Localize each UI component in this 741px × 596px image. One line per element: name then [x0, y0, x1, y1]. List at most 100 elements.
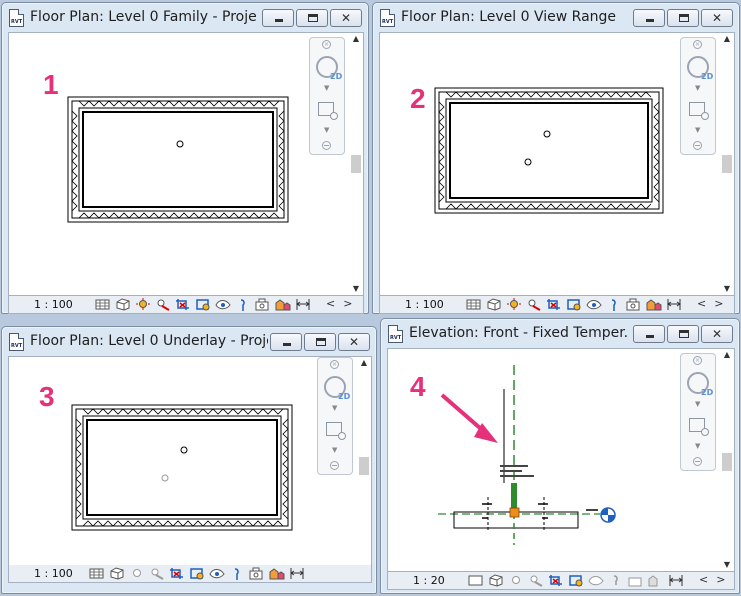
view-window-3[interactable]: RVT Floor Plan: Level 0 Underlay - Proje…	[1, 326, 377, 594]
horizontal-scroll[interactable]: < >	[326, 297, 352, 310]
show-crop-region-icon[interactable]	[568, 574, 584, 587]
title-bar[interactable]: RVT Elevation: Front - Fixed Temper... ✕	[381, 319, 739, 348]
visual-style-icon[interactable]	[115, 298, 131, 311]
visual-style-icon[interactable]	[488, 574, 504, 587]
minimize-button[interactable]	[262, 9, 294, 27]
show-crop-region-icon[interactable]	[189, 567, 205, 580]
connector-grip[interactable]	[509, 507, 520, 518]
zoom-region-icon[interactable]	[318, 102, 338, 120]
navigation-bar[interactable]: × 2D ▼ ▼	[680, 353, 716, 471]
shadows-icon[interactable]	[155, 298, 171, 311]
scroll-thumb[interactable]	[722, 155, 732, 173]
maximize-button[interactable]	[667, 9, 699, 27]
scroll-thumb[interactable]	[351, 155, 361, 173]
family-instance-marker[interactable]	[524, 158, 532, 166]
family-origin-marker[interactable]	[543, 130, 551, 138]
detail-level-icon[interactable]	[468, 574, 484, 587]
sun-path-icon[interactable]	[508, 574, 524, 587]
family-origin-marker[interactable]	[176, 140, 184, 148]
scroll-up-icon[interactable]: ▲	[357, 357, 371, 369]
temporary-view-properties-icon[interactable]	[626, 298, 642, 311]
scroll-left-icon[interactable]: <	[699, 573, 708, 586]
vertical-scrollbar[interactable]: ▲ ▼	[720, 349, 734, 571]
title-bar[interactable]: RVT Floor Plan: Level 0 View Range -... …	[373, 3, 739, 32]
minimize-button[interactable]	[633, 9, 665, 27]
vertical-scrollbar[interactable]: ▲ ▼	[720, 33, 734, 295]
chevron-down-icon[interactable]: ▼	[332, 404, 337, 412]
chevron-down-icon[interactable]: ▼	[695, 400, 700, 408]
sun-path-icon[interactable]	[135, 298, 151, 311]
chevron-down-icon[interactable]: ▼	[324, 84, 329, 92]
scroll-left-icon[interactable]: <	[697, 297, 706, 310]
navbar-options-icon[interactable]	[322, 141, 331, 150]
navigation-bar[interactable]: × 2D ▼ ▼	[309, 37, 345, 155]
shadows-icon[interactable]	[528, 574, 544, 587]
minimize-button[interactable]	[270, 333, 302, 351]
chevron-down-icon[interactable]: ▼	[695, 126, 700, 134]
horizontal-scroll[interactable]: < >	[699, 573, 725, 586]
scroll-right-icon[interactable]: >	[716, 573, 725, 586]
maximize-button[interactable]	[296, 9, 328, 27]
temporary-view-properties-icon[interactable]	[255, 298, 271, 311]
crop-view-icon[interactable]	[548, 574, 564, 587]
crop-view-icon[interactable]	[175, 298, 191, 311]
navbar-options-icon[interactable]	[693, 141, 702, 150]
temporary-hide-icon[interactable]	[209, 567, 225, 580]
crop-view-icon[interactable]	[546, 298, 562, 311]
navigation-bar[interactable]: × 2D ▼ ▼	[680, 37, 716, 155]
maximize-button[interactable]	[667, 325, 699, 343]
reveal-hidden-icon[interactable]	[606, 298, 622, 311]
title-bar[interactable]: RVT Floor Plan: Level 0 Family - Proje..…	[2, 3, 368, 32]
show-crop-region-icon[interactable]	[195, 298, 211, 311]
scroll-down-icon[interactable]: ▼	[720, 283, 734, 295]
shadows-icon[interactable]	[526, 298, 542, 311]
scroll-left-icon[interactable]: <	[326, 297, 335, 310]
view-window-1[interactable]: RVT Floor Plan: Level 0 Family - Proje..…	[1, 2, 369, 314]
temporary-hide-icon[interactable]	[215, 298, 231, 311]
zoom-region-icon[interactable]	[326, 422, 346, 440]
worksharing-display-icon[interactable]	[275, 298, 291, 311]
navbar-close-icon[interactable]: ×	[322, 40, 331, 49]
sun-path-icon[interactable]	[129, 567, 145, 580]
visual-style-icon[interactable]	[109, 567, 125, 580]
sun-path-icon[interactable]	[506, 298, 522, 311]
navbar-close-icon[interactable]: ×	[693, 356, 702, 365]
navbar-close-icon[interactable]: ×	[693, 40, 702, 49]
maximize-button[interactable]	[304, 333, 336, 351]
navbar-options-icon[interactable]	[693, 457, 702, 466]
worksharing-display-icon[interactable]	[648, 574, 664, 587]
view-window-2[interactable]: RVT Floor Plan: Level 0 View Range -... …	[372, 2, 740, 314]
close-button[interactable]: ✕	[701, 325, 733, 343]
temporary-hide-icon[interactable]	[586, 298, 602, 311]
chevron-down-icon[interactable]: ▼	[332, 446, 337, 454]
visual-style-icon[interactable]	[486, 298, 502, 311]
scroll-up-icon[interactable]: ▲	[720, 33, 734, 45]
scroll-up-icon[interactable]: ▲	[349, 33, 363, 45]
temporary-view-properties-icon[interactable]	[628, 574, 644, 587]
view-scale[interactable]: 1 : 100	[405, 298, 444, 311]
crop-view-icon[interactable]	[169, 567, 185, 580]
shadows-icon[interactable]	[149, 567, 165, 580]
close-button[interactable]: ✕	[330, 9, 362, 27]
temporary-hide-icon[interactable]	[588, 574, 604, 587]
minimize-button[interactable]	[633, 325, 665, 343]
drawing-canvas[interactable]: 1 × 2D ▼ ▼ ▲ ▼	[8, 32, 364, 296]
constraints-icon[interactable]	[295, 298, 311, 311]
worksharing-display-icon[interactable]	[269, 567, 285, 580]
zoom-region-icon[interactable]	[689, 418, 709, 436]
constraints-icon[interactable]	[666, 298, 682, 311]
navigation-bar[interactable]: × 2D ▼ ▼	[317, 357, 353, 475]
scroll-right-icon[interactable]: >	[343, 297, 352, 310]
chevron-down-icon[interactable]: ▼	[324, 126, 329, 134]
detail-level-icon[interactable]	[466, 298, 482, 311]
scroll-up-icon[interactable]: ▲	[720, 349, 734, 361]
chevron-down-icon[interactable]: ▼	[695, 442, 700, 450]
reveal-hidden-icon[interactable]	[608, 574, 624, 587]
constraints-icon[interactable]	[289, 567, 305, 580]
constraints-icon[interactable]	[668, 574, 684, 587]
scroll-thumb[interactable]	[359, 457, 369, 475]
scroll-right-icon[interactable]: >	[714, 297, 723, 310]
reveal-hidden-icon[interactable]	[235, 298, 251, 311]
underlay-instance-marker[interactable]	[161, 474, 169, 482]
family-origin-marker[interactable]	[180, 446, 188, 454]
